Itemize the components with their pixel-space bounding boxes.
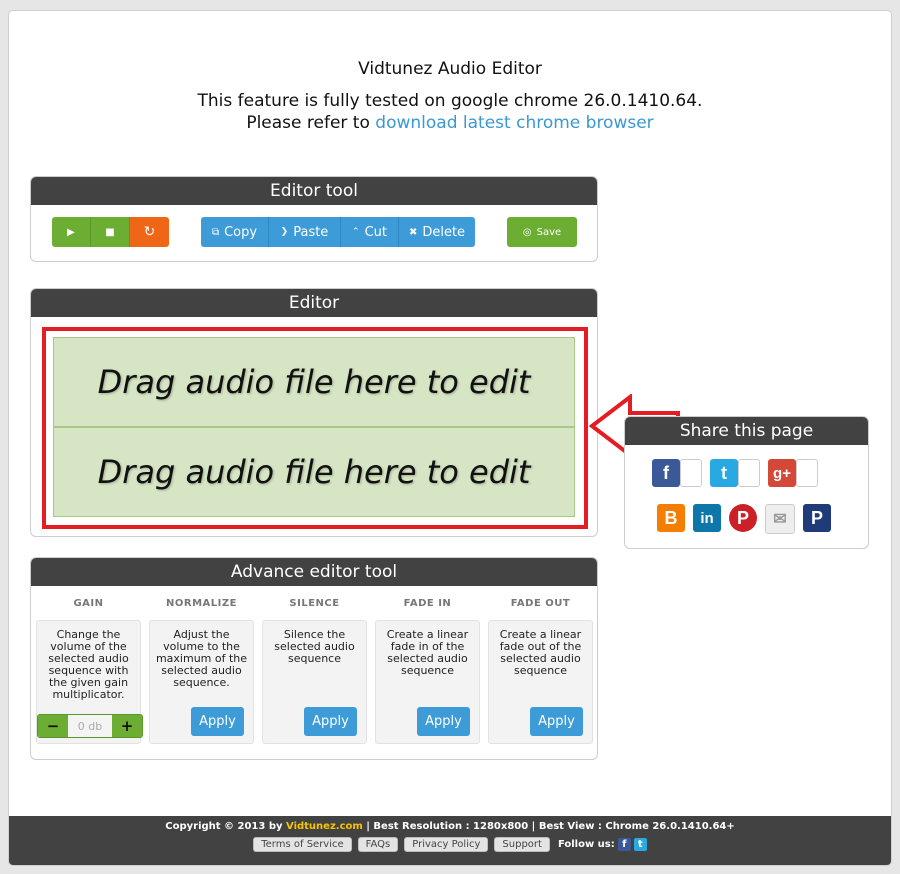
twitter-icon[interactable]: t xyxy=(633,838,647,851)
tool-fade-out: FADE OUT Create a linear fade out of the… xyxy=(488,598,593,744)
gain-minus-button[interactable]: − xyxy=(38,715,68,737)
site-link[interactable]: Vidtunez.com xyxy=(286,821,363,832)
notice-prefix: Please refer to xyxy=(246,113,370,133)
follow-us: Follow us: f t xyxy=(558,838,647,851)
footer-links: Terms of Service FAQs Privacy Policy Sup… xyxy=(9,837,891,852)
refresh-button[interactable]: ↻ xyxy=(130,217,169,247)
play-icon: ▶ xyxy=(67,226,75,238)
apply-silence-button[interactable]: Apply xyxy=(304,707,357,736)
copyright: Copyright © 2013 by Vidtunez.com | Best … xyxy=(9,821,891,832)
facebook-icon[interactable]: f xyxy=(652,459,680,487)
copy-button[interactable]: ⧉ Copy xyxy=(201,217,269,247)
download-chrome-link[interactable]: download latest chrome browser xyxy=(375,113,653,133)
apply-fade-out-button[interactable]: Apply xyxy=(530,707,583,736)
delete-label: Delete xyxy=(422,224,466,240)
share-count xyxy=(796,459,818,487)
tool-normalize: NORMALIZE Adjust the volume to the maxim… xyxy=(149,598,254,744)
privacy-link[interactable]: Privacy Policy xyxy=(404,837,489,852)
footer: Copyright © 2013 by Vidtunez.com | Best … xyxy=(9,816,891,865)
tool-card: Create a linear fade in of the selected … xyxy=(375,620,480,744)
tool-silence: SILENCE Silence the selected audio seque… xyxy=(262,598,367,744)
refresh-icon: ↻ xyxy=(143,224,156,240)
save-label: Save xyxy=(536,226,562,238)
editor-panel: Editor Drag audio file here to edit Drag… xyxy=(30,288,598,537)
tool-card: Silence the selected audio sequence Appl… xyxy=(262,620,367,744)
audio-drop-zone-track-1[interactable]: Drag audio file here to edit xyxy=(53,337,575,427)
advance-editor-title: Advance editor tool xyxy=(31,558,597,586)
edit-controls: ⧉ Copy ❯ Paste ⌃ Cut ✖ Delete xyxy=(201,217,475,247)
tool-name: FADE IN xyxy=(403,598,452,609)
editor-tool-title: Editor tool xyxy=(31,177,597,205)
tool-name: NORMALIZE xyxy=(166,598,237,609)
tool-card: Change the volume of the selected audio … xyxy=(36,620,143,744)
chevron-up-icon: ⌃ xyxy=(352,227,360,237)
cut-label: Cut xyxy=(364,224,387,240)
tool-description: Silence the selected audio sequence xyxy=(274,628,355,665)
pinterest-icon[interactable]: P xyxy=(729,504,757,532)
drop-zone-highlight: Drag audio file here to edit Drag audio … xyxy=(42,327,588,529)
page-title: Vidtunez Audio Editor xyxy=(358,59,542,79)
follow-label: Follow us: xyxy=(557,839,615,850)
email-icon[interactable]: ✉ xyxy=(765,504,795,534)
advance-tools: GAIN Change the volume of the selected a… xyxy=(36,598,593,744)
playback-controls: ▶ ■ ↻ xyxy=(52,217,169,247)
copyright-suffix: | Best Resolution : 1280x800 | Best View… xyxy=(366,821,735,832)
tool-description: Adjust the volume to the maximum of the … xyxy=(155,628,248,689)
twitter-icon[interactable]: t xyxy=(710,459,738,487)
apply-normalize-button[interactable]: Apply xyxy=(191,707,244,736)
blogger-icon[interactable]: B xyxy=(657,504,685,532)
copyright-prefix: Copyright © 2013 by xyxy=(165,821,283,832)
stop-icon: ■ xyxy=(105,226,115,238)
tool-gain: GAIN Change the volume of the selected a… xyxy=(36,598,143,744)
copy-icon: ⧉ xyxy=(211,226,220,238)
share-row-2: B in P ✉ P xyxy=(657,504,831,534)
tool-fade-in: FADE IN Create a linear fade in of the s… xyxy=(375,598,480,744)
tool-name: SILENCE xyxy=(289,598,340,609)
audio-drop-zone-track-2[interactable]: Drag audio file here to edit xyxy=(53,427,575,517)
linkedin-icon[interactable]: in xyxy=(693,504,721,532)
editor-tool-panel: Editor tool ▶ ■ ↻ ⧉ Copy ❯ Paste ⌃ Cut ✖… xyxy=(30,176,598,262)
gain-stepper: − 0 db + xyxy=(37,714,143,738)
play-button[interactable]: ▶ xyxy=(52,217,91,247)
chevron-down-icon: ❯ xyxy=(280,227,289,237)
stop-button[interactable]: ■ xyxy=(91,217,130,247)
share-count xyxy=(738,459,760,487)
tool-description: Create a linear fade in of the selected … xyxy=(386,628,469,677)
tool-name: FADE OUT xyxy=(510,598,571,609)
close-icon: ✖ xyxy=(408,226,418,238)
power-icon: ◎ xyxy=(522,226,532,238)
tool-description: Change the volume of the selected audio … xyxy=(48,628,129,701)
notice-line-2: Please refer to download latest chrome b… xyxy=(9,112,891,134)
cut-button[interactable]: ⌃ Cut xyxy=(341,217,399,247)
pinterest-icon[interactable]: P xyxy=(803,504,831,532)
tool-description: Create a linear fade out of the selected… xyxy=(499,628,582,677)
share-row-1: f t g+ xyxy=(652,459,826,487)
paste-button[interactable]: ❯ Paste xyxy=(269,217,341,247)
browser-notice: This feature is fully tested on google c… xyxy=(9,90,891,134)
share-panel: Share this page f t g+ B in P ✉ P xyxy=(624,416,869,549)
apply-fade-in-button[interactable]: Apply xyxy=(417,707,470,736)
support-link[interactable]: Support xyxy=(494,837,550,852)
page-container: Vidtunez Audio Editor This feature is fu… xyxy=(8,10,892,866)
advance-editor-panel: Advance editor tool GAIN Change the volu… xyxy=(30,557,598,760)
gain-plus-button[interactable]: + xyxy=(112,715,142,737)
facebook-icon[interactable]: f xyxy=(617,838,631,851)
tool-name: GAIN xyxy=(73,598,104,609)
terms-link[interactable]: Terms of Service xyxy=(253,837,352,852)
google-plus-icon[interactable]: g+ xyxy=(768,459,796,487)
paste-label: Paste xyxy=(293,224,329,240)
faqs-link[interactable]: FAQs xyxy=(357,837,399,852)
editor-title: Editor xyxy=(31,289,597,317)
save-button[interactable]: ◎ Save xyxy=(507,217,577,247)
tool-card: Adjust the volume to the maximum of the … xyxy=(149,620,254,744)
gain-input[interactable]: 0 db xyxy=(68,715,112,737)
share-count xyxy=(680,459,702,487)
delete-button[interactable]: ✖ Delete xyxy=(399,217,475,247)
tool-card: Create a linear fade out of the selected… xyxy=(488,620,593,744)
share-title: Share this page xyxy=(625,417,868,445)
copy-label: Copy xyxy=(224,224,258,240)
notice-line-1: This feature is fully tested on google c… xyxy=(197,91,703,111)
